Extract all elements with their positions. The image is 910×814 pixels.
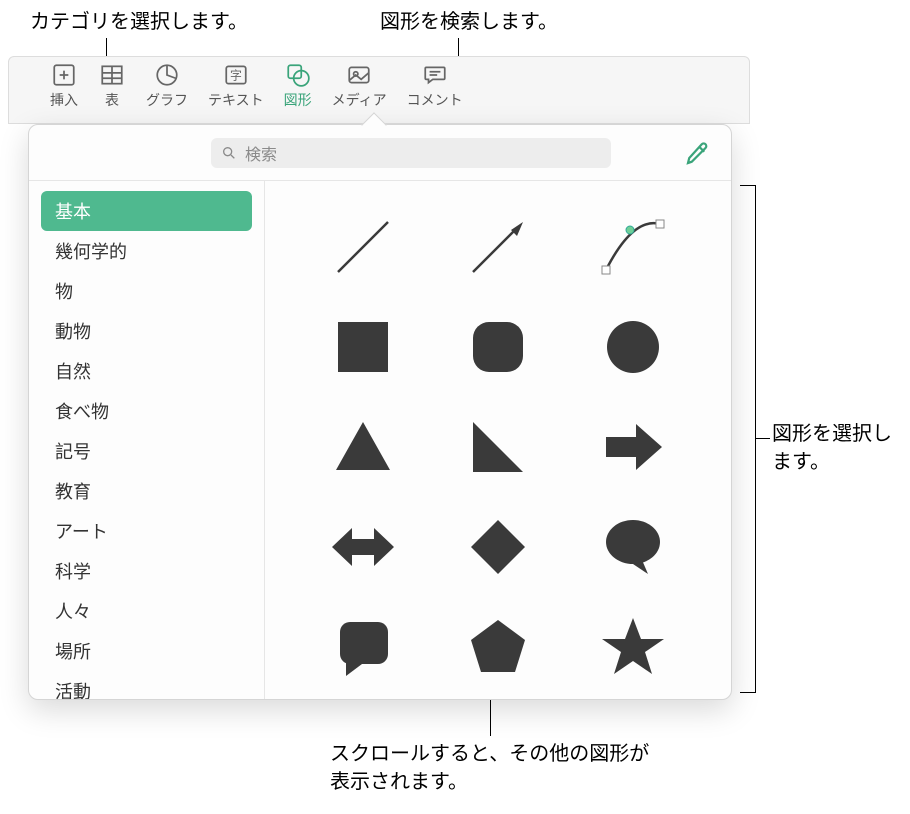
shape-arrow-line[interactable] (457, 206, 539, 288)
shape-speech-bubble[interactable] (592, 506, 674, 588)
sidebar-item-basic[interactable]: 基本 (41, 191, 252, 231)
media-icon (345, 62, 373, 88)
draw-pen-button[interactable] (683, 138, 713, 168)
toolbar-comment[interactable]: コメント (407, 62, 463, 110)
toolbar-shape[interactable]: 図形 (284, 62, 312, 110)
toolbar-text[interactable]: 字 テキスト (208, 62, 264, 110)
callout-category: カテゴリを選択します。 (30, 8, 248, 36)
toolbar-label: 表 (105, 90, 119, 110)
shape-pentagon[interactable] (457, 606, 539, 688)
shape-arrow-bidirectional[interactable] (322, 506, 404, 588)
category-sidebar[interactable]: 基本 幾何学的 物 動物 自然 食べ物 記号 教育 アート 科学 人々 場所 活… (29, 181, 265, 699)
search-placeholder: 検索 (245, 141, 277, 165)
shape-diamond[interactable] (457, 506, 539, 588)
shape-star[interactable] (592, 606, 674, 688)
sidebar-item-education[interactable]: 教育 (41, 471, 252, 511)
shape-square[interactable] (322, 306, 404, 388)
toolbar-insert[interactable]: 挿入 (50, 62, 78, 110)
popover-body: 基本 幾何学的 物 動物 自然 食べ物 記号 教育 アート 科学 人々 場所 活… (29, 181, 731, 699)
sidebar-item-people[interactable]: 人々 (41, 591, 252, 631)
callout-select: 図形を選択します。 (772, 420, 910, 476)
sidebar-item-symbols[interactable]: 記号 (41, 431, 252, 471)
shape-line[interactable] (322, 206, 404, 288)
table-icon (98, 62, 126, 88)
pen-icon (683, 138, 713, 168)
shape-triangle[interactable] (322, 406, 404, 488)
shape-icon (284, 62, 312, 88)
toolbar-label: メディア (332, 90, 387, 110)
popover-header: 検索 (29, 125, 731, 181)
toolbar-label: グラフ (146, 90, 188, 110)
shape-circle[interactable] (592, 306, 674, 388)
toolbar-label: テキスト (208, 90, 264, 110)
toolbar-table[interactable]: 表 (98, 62, 126, 110)
sidebar-item-art[interactable]: アート (41, 511, 252, 551)
callout-bracket (740, 185, 756, 693)
sidebar-item-activities[interactable]: 活動 (41, 671, 252, 699)
search-icon (221, 145, 237, 161)
text-icon: 字 (222, 62, 250, 88)
shape-grid[interactable] (265, 181, 731, 699)
toolbar-label: 図形 (284, 90, 312, 110)
insert-icon (50, 62, 78, 88)
shape-callout-square[interactable] (322, 606, 404, 688)
shape-rounded-square[interactable] (457, 306, 539, 388)
comment-icon (421, 62, 449, 88)
search-input[interactable]: 検索 (211, 138, 611, 168)
sidebar-item-nature[interactable]: 自然 (41, 351, 252, 391)
toolbar-media[interactable]: メディア (332, 62, 387, 110)
chart-icon (153, 62, 181, 88)
shapes-popover: 検索 基本 幾何学的 物 動物 自然 食べ物 記号 教育 アート 科学 人々 場… (28, 124, 732, 700)
callout-search: 図形を検索します。 (380, 8, 558, 36)
sidebar-item-geometric[interactable]: 幾何学的 (41, 231, 252, 271)
sidebar-item-food[interactable]: 食べ物 (41, 391, 252, 431)
toolbar-chart[interactable]: グラフ (146, 62, 188, 110)
sidebar-item-science[interactable]: 科学 (41, 551, 252, 591)
callout-scroll: スクロールすると、その他の図形が表示されます。 (330, 740, 650, 796)
callout-line (756, 438, 770, 439)
app-toolbar: 挿入 表 グラフ 字 テキスト 図形 メディア コメント (50, 62, 463, 110)
toolbar-label: 挿入 (50, 90, 78, 110)
sidebar-item-animals[interactable]: 動物 (41, 311, 252, 351)
svg-text:字: 字 (230, 68, 242, 82)
shape-curve[interactable] (592, 206, 674, 288)
sidebar-item-objects[interactable]: 物 (41, 271, 252, 311)
sidebar-item-places[interactable]: 場所 (41, 631, 252, 671)
shape-arrow-right[interactable] (592, 406, 674, 488)
shape-right-triangle[interactable] (457, 406, 539, 488)
toolbar-label: コメント (407, 90, 463, 110)
